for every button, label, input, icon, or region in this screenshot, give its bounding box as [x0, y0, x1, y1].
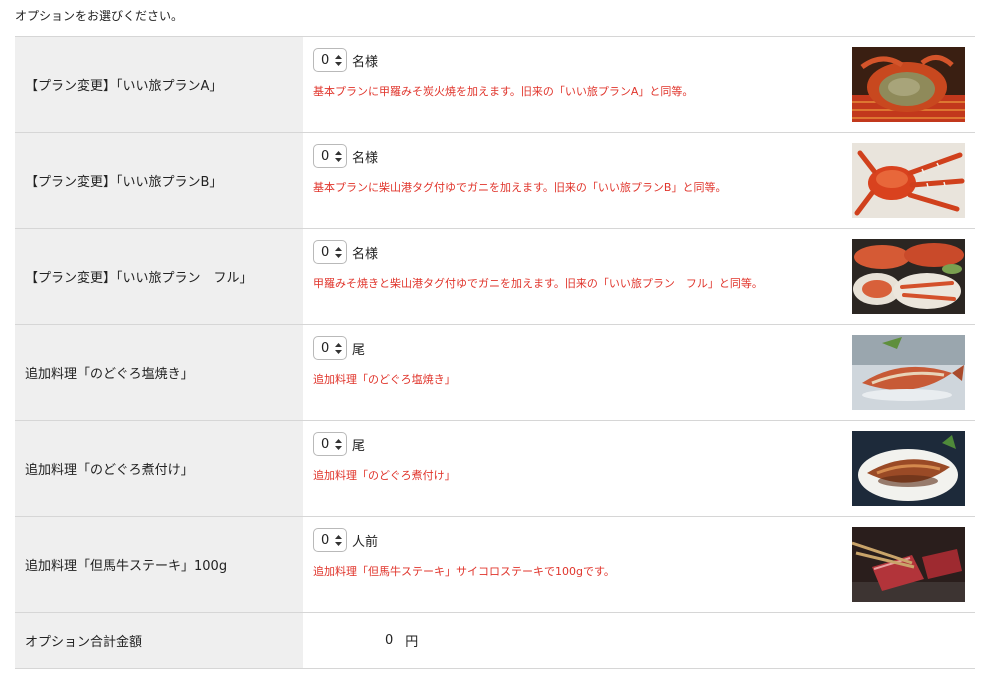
options-table: 【プラン変更】「いい旅プランA」 0 名様 基本プランに甲羅みそ炭火焼を加えます… [15, 36, 975, 669]
option-value-cell: 0 人前 追加料理「但馬牛ステーキ」サイコロステーキで100gです。 [303, 517, 975, 612]
quantity-unit: 名様 [352, 54, 379, 70]
total-amount: 0 [385, 633, 394, 648]
option-value-cell: 0 名様 基本プランに柴山港タグ付ゆでガニを加えます。旧来の「いい旅プランB」と… [303, 133, 975, 228]
option-label: 【プラン変更】「いい旅プラン フル」 [15, 229, 303, 324]
select-arrows-icon [335, 342, 342, 354]
option-label: 【プラン変更】「いい旅プランB」 [15, 133, 303, 228]
quantity-value: 0 [321, 148, 330, 164]
quantity-unit: 尾 [352, 438, 366, 454]
option-description: 基本プランに甲羅みそ炭火焼を加えます。旧来の「いい旅プランA」と同等。 [313, 85, 694, 98]
grilled-crab-shell-image [852, 47, 965, 122]
select-arrows-icon [335, 54, 342, 66]
boiled-crab-image [852, 143, 965, 218]
quantity-unit: 名様 [352, 150, 379, 166]
total-currency: 円 [405, 635, 419, 650]
option-row-nodoguro-nitsuke: 追加料理「のどぐろ煮付け」 0 尾 追加料理「のどぐろ煮付け」 [15, 421, 975, 517]
option-row-plan-full: 【プラン変更】「いい旅プラン フル」 0 名様 甲羅みそ焼きと柴山港タグ付ゆでガ… [15, 229, 975, 325]
select-arrows-icon [335, 438, 342, 450]
option-description: 追加料理「但馬牛ステーキ」サイコロステーキで100gです。 [313, 565, 615, 578]
option-value-cell: 0 名様 甲羅みそ焼きと柴山港タグ付ゆでガニを加えます。旧来の「いい旅プラン フ… [303, 229, 975, 324]
option-description: 基本プランに柴山港タグ付ゆでガニを加えます。旧来の「いい旅プランB」と同等。 [313, 181, 727, 194]
quantity-select[interactable]: 0 [313, 432, 347, 456]
quantity-unit: 人前 [352, 534, 379, 550]
simmered-fish-image [852, 431, 965, 506]
quantity-select[interactable]: 0 [313, 240, 347, 264]
option-row-tajima-beef: 追加料理「但馬牛ステーキ」100g 0 人前 追加料理「但馬牛ステーキ」サイコロ… [15, 517, 975, 613]
intro-text: オプションをお選びください。 [15, 9, 184, 23]
option-label: 追加料理「但馬牛ステーキ」100g [15, 517, 303, 612]
option-description: 追加料理「のどぐろ塩焼き」 [313, 373, 456, 386]
select-arrows-icon [335, 246, 342, 258]
quantity-value: 0 [321, 436, 330, 452]
quantity-value: 0 [321, 52, 330, 68]
quantity-select[interactable]: 0 [313, 144, 347, 168]
option-label: 【プラン変更】「いい旅プランA」 [15, 37, 303, 132]
quantity-select[interactable]: 0 [313, 336, 347, 360]
quantity-select[interactable]: 0 [313, 528, 347, 552]
quantity-select[interactable]: 0 [313, 48, 347, 72]
crab-feast-image [852, 239, 965, 314]
total-value-cell: 0 円 [303, 613, 975, 668]
option-label: 追加料理「のどぐろ塩焼き」 [15, 325, 303, 420]
quantity-value: 0 [321, 244, 330, 260]
salt-grilled-fish-image [852, 335, 965, 410]
option-value-cell: 0 尾 追加料理「のどぐろ煮付け」 [303, 421, 975, 516]
option-value-cell: 0 名様 基本プランに甲羅みそ炭火焼を加えます。旧来の「いい旅プランA」と同等。 [303, 37, 975, 132]
option-description: 甲羅みそ焼きと柴山港タグ付ゆでガニを加えます。旧来の「いい旅プラン フル」と同等… [313, 277, 763, 290]
option-label: 追加料理「のどぐろ煮付け」 [15, 421, 303, 516]
option-row-plan-b: 【プラン変更】「いい旅プランB」 0 名様 基本プランに柴山港タグ付ゆでガニを加… [15, 133, 975, 229]
select-arrows-icon [335, 150, 342, 162]
option-description: 追加料理「のどぐろ煮付け」 [313, 469, 456, 482]
quantity-unit: 名様 [352, 246, 379, 262]
option-value-cell: 0 尾 追加料理「のどぐろ塩焼き」 [303, 325, 975, 420]
quantity-value: 0 [321, 532, 330, 548]
beef-steak-image [852, 527, 965, 602]
quantity-unit: 尾 [352, 342, 366, 358]
total-label: オプション合計金額 [15, 613, 303, 668]
option-row-plan-a: 【プラン変更】「いい旅プランA」 0 名様 基本プランに甲羅みそ炭火焼を加えます… [15, 37, 975, 133]
option-total-row: オプション合計金額 0 円 [15, 613, 975, 669]
select-arrows-icon [335, 534, 342, 546]
option-row-nodoguro-shioyaki: 追加料理「のどぐろ塩焼き」 0 尾 追加料理「のどぐろ塩焼き」 [15, 325, 975, 421]
quantity-value: 0 [321, 340, 330, 356]
